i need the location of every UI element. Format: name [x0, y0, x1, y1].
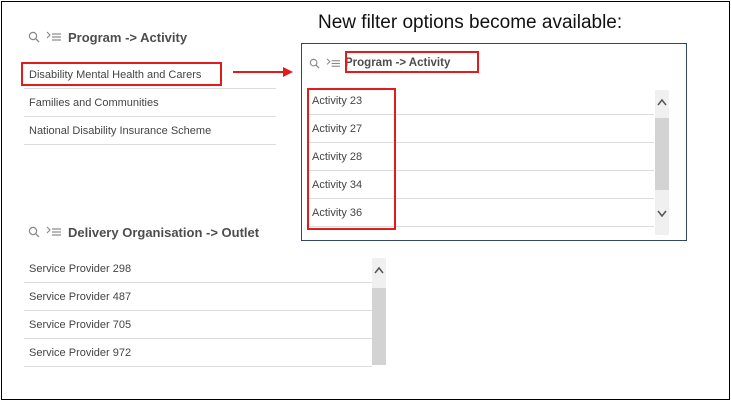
chevron-up-icon[interactable]	[657, 98, 667, 106]
delivery-item[interactable]: Service Provider 298	[24, 255, 372, 283]
drilldown-icon	[46, 31, 62, 43]
highlight-box-selected-program	[21, 62, 222, 86]
search-icon[interactable]	[28, 31, 40, 43]
program-filter-header: Program -> Activity	[28, 27, 187, 47]
arrow-right-icon	[233, 67, 293, 77]
delivery-item-label: Service Provider 487	[29, 291, 132, 303]
program-filter-title: Program -> Activity	[68, 29, 188, 45]
delivery-filter-header: Delivery Organisation -> Outlet	[28, 222, 259, 242]
delivery-filter-title: Delivery Organisation -> Outlet	[68, 224, 260, 240]
chevron-down-icon[interactable]	[657, 210, 667, 218]
highlight-box-activity-list	[307, 88, 396, 230]
delivery-item[interactable]: Service Provider 705	[24, 311, 372, 339]
program-item-label: Families and Communities	[29, 97, 159, 109]
chevron-up-icon[interactable]	[374, 266, 384, 274]
delivery-scroll-thumb[interactable]	[372, 288, 386, 365]
highlight-box-popup-title	[345, 51, 479, 73]
delivery-item-label: Service Provider 972	[29, 347, 132, 359]
drilldown-icon	[46, 226, 62, 238]
program-item-label: National Disability Insurance Scheme	[29, 125, 212, 137]
activity-scroll-thumb[interactable]	[655, 118, 669, 190]
program-item[interactable]: Families and Communities	[24, 89, 276, 117]
drilldown-icon	[326, 58, 341, 69]
program-item[interactable]: National Disability Insurance Scheme	[24, 117, 276, 145]
delivery-item[interactable]: Service Provider 487	[24, 283, 372, 311]
search-icon[interactable]	[309, 58, 320, 69]
caption-text: New filter options become available:	[318, 12, 623, 33]
search-icon[interactable]	[28, 226, 40, 238]
delivery-item[interactable]: Service Provider 972	[24, 339, 372, 367]
delivery-item-label: Service Provider 298	[29, 263, 132, 275]
delivery-item-label: Service Provider 705	[29, 319, 132, 331]
